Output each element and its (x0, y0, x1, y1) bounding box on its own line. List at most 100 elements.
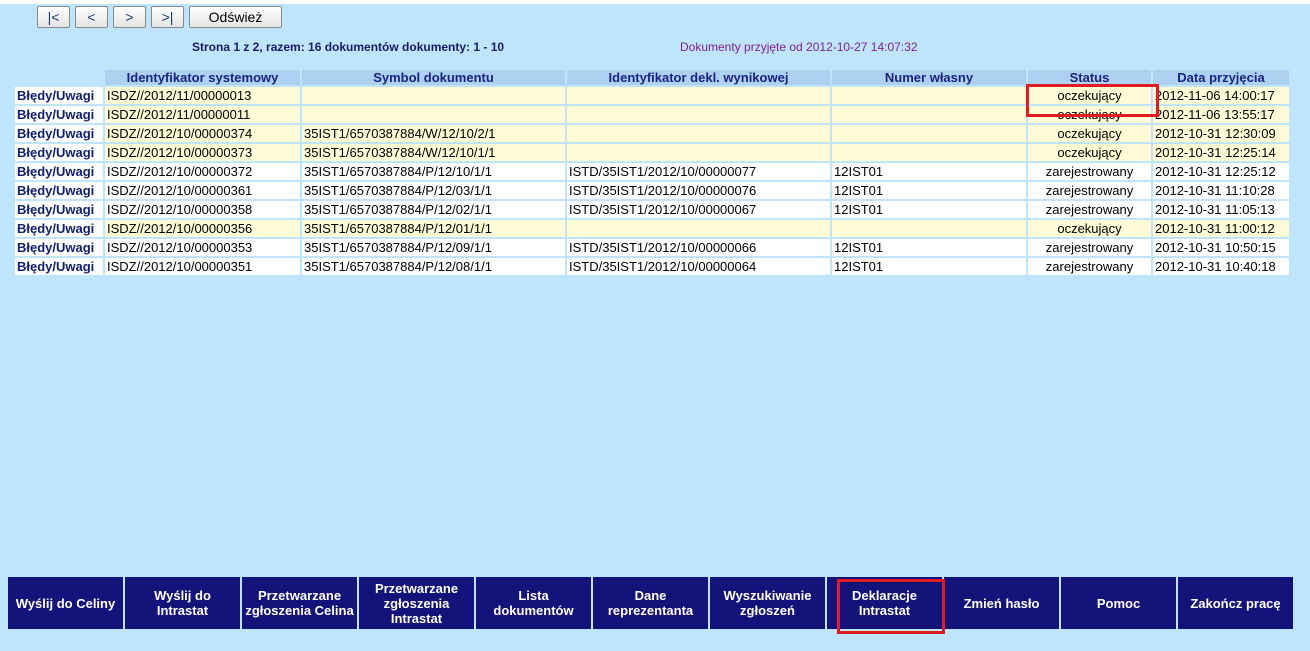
errors-cell: Błędy/Uwagi (15, 220, 103, 237)
cell-status: zarejestrowany (1028, 182, 1151, 199)
table-row: Błędy/Uwagi ISDZ//2012/10/00000351 35IST1/… (15, 258, 1289, 275)
errors-link[interactable]: Błędy/Uwagi (17, 202, 94, 217)
cell-result-declaration-id: ISTD/35IST1/2012/10/00000077 (567, 163, 830, 180)
errors-link[interactable]: Błędy/Uwagi (17, 259, 94, 274)
table-row: Błędy/Uwagi ISDZ//2012/10/00000374 35IST1/… (15, 125, 1289, 142)
cell-document-symbol: 35IST1/6570387884/W/12/10/1/1 (302, 144, 565, 161)
cell-system-id: ISDZ//2012/10/00000353 (105, 239, 300, 256)
header-acceptance-date: Data przyjęcia (1153, 70, 1289, 85)
cell-system-id: ISDZ//2012/11/00000013 (105, 87, 300, 104)
cell-status: oczekujący (1028, 125, 1151, 142)
cell-result-declaration-id: ISTD/35IST1/2012/10/00000064 (567, 258, 830, 275)
cell-status: zarejestrowany (1028, 201, 1151, 218)
table-row: Błędy/Uwagi ISDZ//2012/10/00000356 35IST1/… (15, 220, 1289, 237)
cell-document-symbol (302, 106, 565, 123)
cell-result-declaration-id: ISTD/35IST1/2012/10/00000076 (567, 182, 830, 199)
last-page-button[interactable]: >| (151, 6, 184, 28)
representative-data-button[interactable]: Dane reprezentanta (593, 577, 708, 629)
cell-acceptance-date: 2012-10-31 12:25:12 (1153, 163, 1289, 180)
cell-own-number (832, 106, 1026, 123)
errors-link[interactable]: Błędy/Uwagi (17, 183, 94, 198)
header-result-declaration-id: Identyfikator dekl. wynikowej (567, 70, 830, 85)
cell-result-declaration-id (567, 106, 830, 123)
header-document-symbol: Symbol dokumentu (302, 70, 565, 85)
cell-system-id: ISDZ//2012/10/00000361 (105, 182, 300, 199)
cell-result-declaration-id: ISTD/35IST1/2012/10/00000067 (567, 201, 830, 218)
cell-own-number (832, 87, 1026, 104)
cell-document-symbol: 35IST1/6570387884/P/12/09/1/1 (302, 239, 565, 256)
cell-system-id: ISDZ//2012/10/00000358 (105, 201, 300, 218)
processed-intrastat-button[interactable]: Przetwarzane zgłoszenia Intrastat (359, 577, 474, 629)
header-own-number: Numer własny (832, 70, 1026, 85)
document-list-button[interactable]: Lista dokumentów (476, 577, 591, 629)
top-strip (0, 0, 1310, 4)
intrastat-declarations-button[interactable]: Deklaracje Intrastat (827, 577, 942, 629)
header-status: Status (1028, 70, 1151, 85)
cell-status: zarejestrowany (1028, 258, 1151, 275)
errors-link[interactable]: Błędy/Uwagi (17, 240, 94, 255)
errors-link[interactable]: Błędy/Uwagi (17, 164, 94, 179)
cell-acceptance-date: 2012-10-31 11:05:13 (1153, 201, 1289, 218)
cell-own-number: 12IST01 (832, 163, 1026, 180)
processed-celina-button[interactable]: Przetwarzane zgłoszenia Celina (242, 577, 357, 629)
cell-system-id: ISDZ//2012/10/00000372 (105, 163, 300, 180)
cell-status: oczekujący (1028, 144, 1151, 161)
header-blank (15, 70, 103, 85)
cell-result-declaration-id (567, 125, 830, 142)
cell-own-number: 12IST01 (832, 201, 1026, 218)
errors-cell: Błędy/Uwagi (15, 125, 103, 142)
table-row: Błędy/Uwagi ISDZ//2012/10/00000373 35IST1/… (15, 144, 1289, 161)
cell-own-number (832, 144, 1026, 161)
cell-acceptance-date: 2012-11-06 14:00:17 (1153, 87, 1289, 104)
table-row: Błędy/Uwagi ISDZ//2012/11/00000011 oczekuj… (15, 106, 1289, 123)
cell-system-id: ISDZ//2012/11/00000011 (105, 106, 300, 123)
errors-link[interactable]: Błędy/Uwagi (17, 88, 94, 103)
cell-own-number: 12IST01 (832, 239, 1026, 256)
table-row: Błędy/Uwagi ISDZ//2012/10/00000353 35IST1/… (15, 239, 1289, 256)
errors-link[interactable]: Błędy/Uwagi (17, 107, 94, 122)
cell-status: oczekujący (1028, 87, 1151, 104)
table-row: Błędy/Uwagi ISDZ//2012/10/00000358 35IST1/… (15, 201, 1289, 218)
cell-own-number: 12IST01 (832, 182, 1026, 199)
cell-own-number (832, 125, 1026, 142)
errors-cell: Błędy/Uwagi (15, 106, 103, 123)
cell-system-id: ISDZ//2012/10/00000374 (105, 125, 300, 142)
app-window: |< < > >| Odśwież Strona 1 z 2, razem: 1… (0, 0, 1310, 651)
first-page-button[interactable]: |< (37, 6, 70, 28)
change-password-button[interactable]: Zmień hasło (944, 577, 1059, 629)
errors-cell: Błędy/Uwagi (15, 201, 103, 218)
table-row: Błędy/Uwagi ISDZ//2012/10/00000372 35IST1/… (15, 163, 1289, 180)
table-row: Błędy/Uwagi ISDZ//2012/10/00000361 35IST1/… (15, 182, 1289, 199)
cell-status: zarejestrowany (1028, 163, 1151, 180)
cell-own-number: 12IST01 (832, 258, 1026, 275)
errors-link[interactable]: Błędy/Uwagi (17, 221, 94, 236)
errors-link[interactable]: Błędy/Uwagi (17, 126, 94, 141)
cell-result-declaration-id (567, 87, 830, 104)
cell-document-symbol: 35IST1/6570387884/P/12/01/1/1 (302, 220, 565, 237)
cell-result-declaration-id: ISTD/35IST1/2012/10/00000066 (567, 239, 830, 256)
cell-system-id: ISDZ//2012/10/00000373 (105, 144, 300, 161)
bottom-menu: Wyślij do Celiny Wyślij do Intrastat Przet… (8, 577, 1293, 629)
send-to-celina-button[interactable]: Wyślij do Celiny (8, 577, 123, 629)
cell-document-symbol: 35IST1/6570387884/P/12/02/1/1 (302, 201, 565, 218)
cell-system-id: ISDZ//2012/10/00000351 (105, 258, 300, 275)
cell-status: oczekujący (1028, 106, 1151, 123)
prev-page-button[interactable]: < (75, 6, 108, 28)
documents-table: Identyfikator systemowy Symbol dokumentu… (13, 68, 1291, 277)
cell-status: oczekujący (1028, 220, 1151, 237)
search-declarations-button[interactable]: Wyszukiwanie zgłoszeń (710, 577, 825, 629)
cell-document-symbol: 35IST1/6570387884/P/12/10/1/1 (302, 163, 565, 180)
logout-button[interactable]: Zakończ pracę (1178, 577, 1293, 629)
table-row: Błędy/Uwagi ISDZ//2012/11/00000013 oczekuj… (15, 87, 1289, 104)
send-to-intrastat-button[interactable]: Wyślij do Intrastat (125, 577, 240, 629)
cell-status: zarejestrowany (1028, 239, 1151, 256)
next-page-button[interactable]: > (113, 6, 146, 28)
errors-cell: Błędy/Uwagi (15, 258, 103, 275)
refresh-button[interactable]: Odśwież (189, 6, 282, 28)
cell-result-declaration-id (567, 144, 830, 161)
errors-cell: Błędy/Uwagi (15, 182, 103, 199)
errors-cell: Błędy/Uwagi (15, 163, 103, 180)
help-button[interactable]: Pomoc (1061, 577, 1176, 629)
errors-link[interactable]: Błędy/Uwagi (17, 145, 94, 160)
cell-own-number (832, 220, 1026, 237)
